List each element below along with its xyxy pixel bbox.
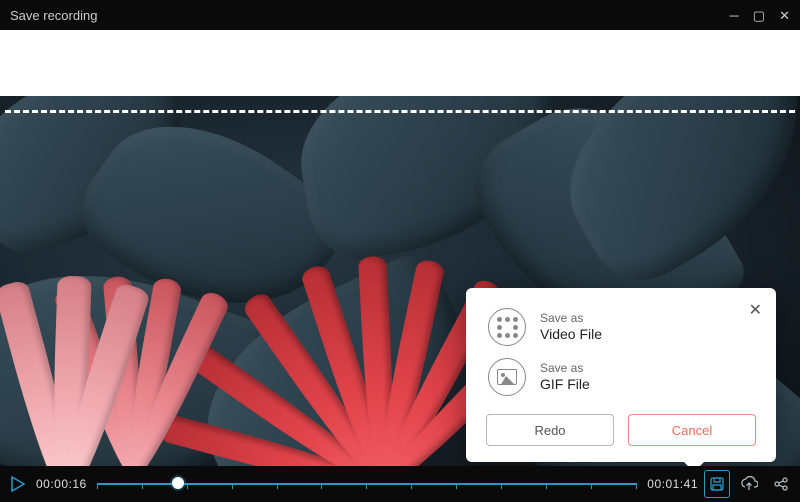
popup-buttons: Redo Cancel bbox=[480, 414, 762, 446]
save-popup: ✕ Save as Video File Save as GIF File Re… bbox=[466, 288, 776, 462]
play-button[interactable] bbox=[10, 476, 26, 492]
film-reel-icon bbox=[488, 308, 526, 346]
minimize-button[interactable]: ─ bbox=[730, 9, 739, 22]
close-button[interactable]: ✕ bbox=[779, 9, 790, 22]
redo-button[interactable]: Redo bbox=[486, 414, 614, 446]
save-icon[interactable] bbox=[708, 475, 726, 493]
share-icon[interactable] bbox=[772, 475, 790, 493]
cancel-button[interactable]: Cancel bbox=[628, 414, 756, 446]
total-time: 00:01:41 bbox=[647, 477, 698, 491]
current-time: 00:00:16 bbox=[36, 477, 87, 491]
save-as-video-option[interactable]: Save as Video File bbox=[480, 302, 762, 352]
image-icon bbox=[488, 358, 526, 396]
window-title: Save recording bbox=[10, 8, 97, 23]
play-icon bbox=[10, 476, 26, 492]
crop-guide-line[interactable] bbox=[5, 110, 795, 113]
right-action-icons bbox=[708, 475, 790, 493]
upload-icon[interactable] bbox=[740, 475, 758, 493]
playhead[interactable] bbox=[172, 477, 184, 489]
title-bar: Save recording ─ ▢ ✕ bbox=[0, 0, 800, 30]
gif-file-label: GIF File bbox=[540, 376, 590, 394]
save-as-gif-option[interactable]: Save as GIF File bbox=[480, 352, 762, 402]
player-controls: 00:00:16 00:01:41 bbox=[0, 466, 800, 502]
close-icon[interactable]: ✕ bbox=[749, 300, 762, 320]
video-file-label: Video File bbox=[540, 326, 602, 344]
save-as-label: Save as bbox=[540, 311, 602, 326]
top-strip bbox=[0, 30, 800, 96]
video-preview: ✕ Save as Video File Save as GIF File Re… bbox=[0, 96, 800, 466]
timeline[interactable] bbox=[97, 474, 638, 494]
maximize-button[interactable]: ▢ bbox=[753, 9, 765, 22]
window-controls: ─ ▢ ✕ bbox=[730, 9, 790, 22]
save-as-label: Save as bbox=[540, 361, 590, 376]
